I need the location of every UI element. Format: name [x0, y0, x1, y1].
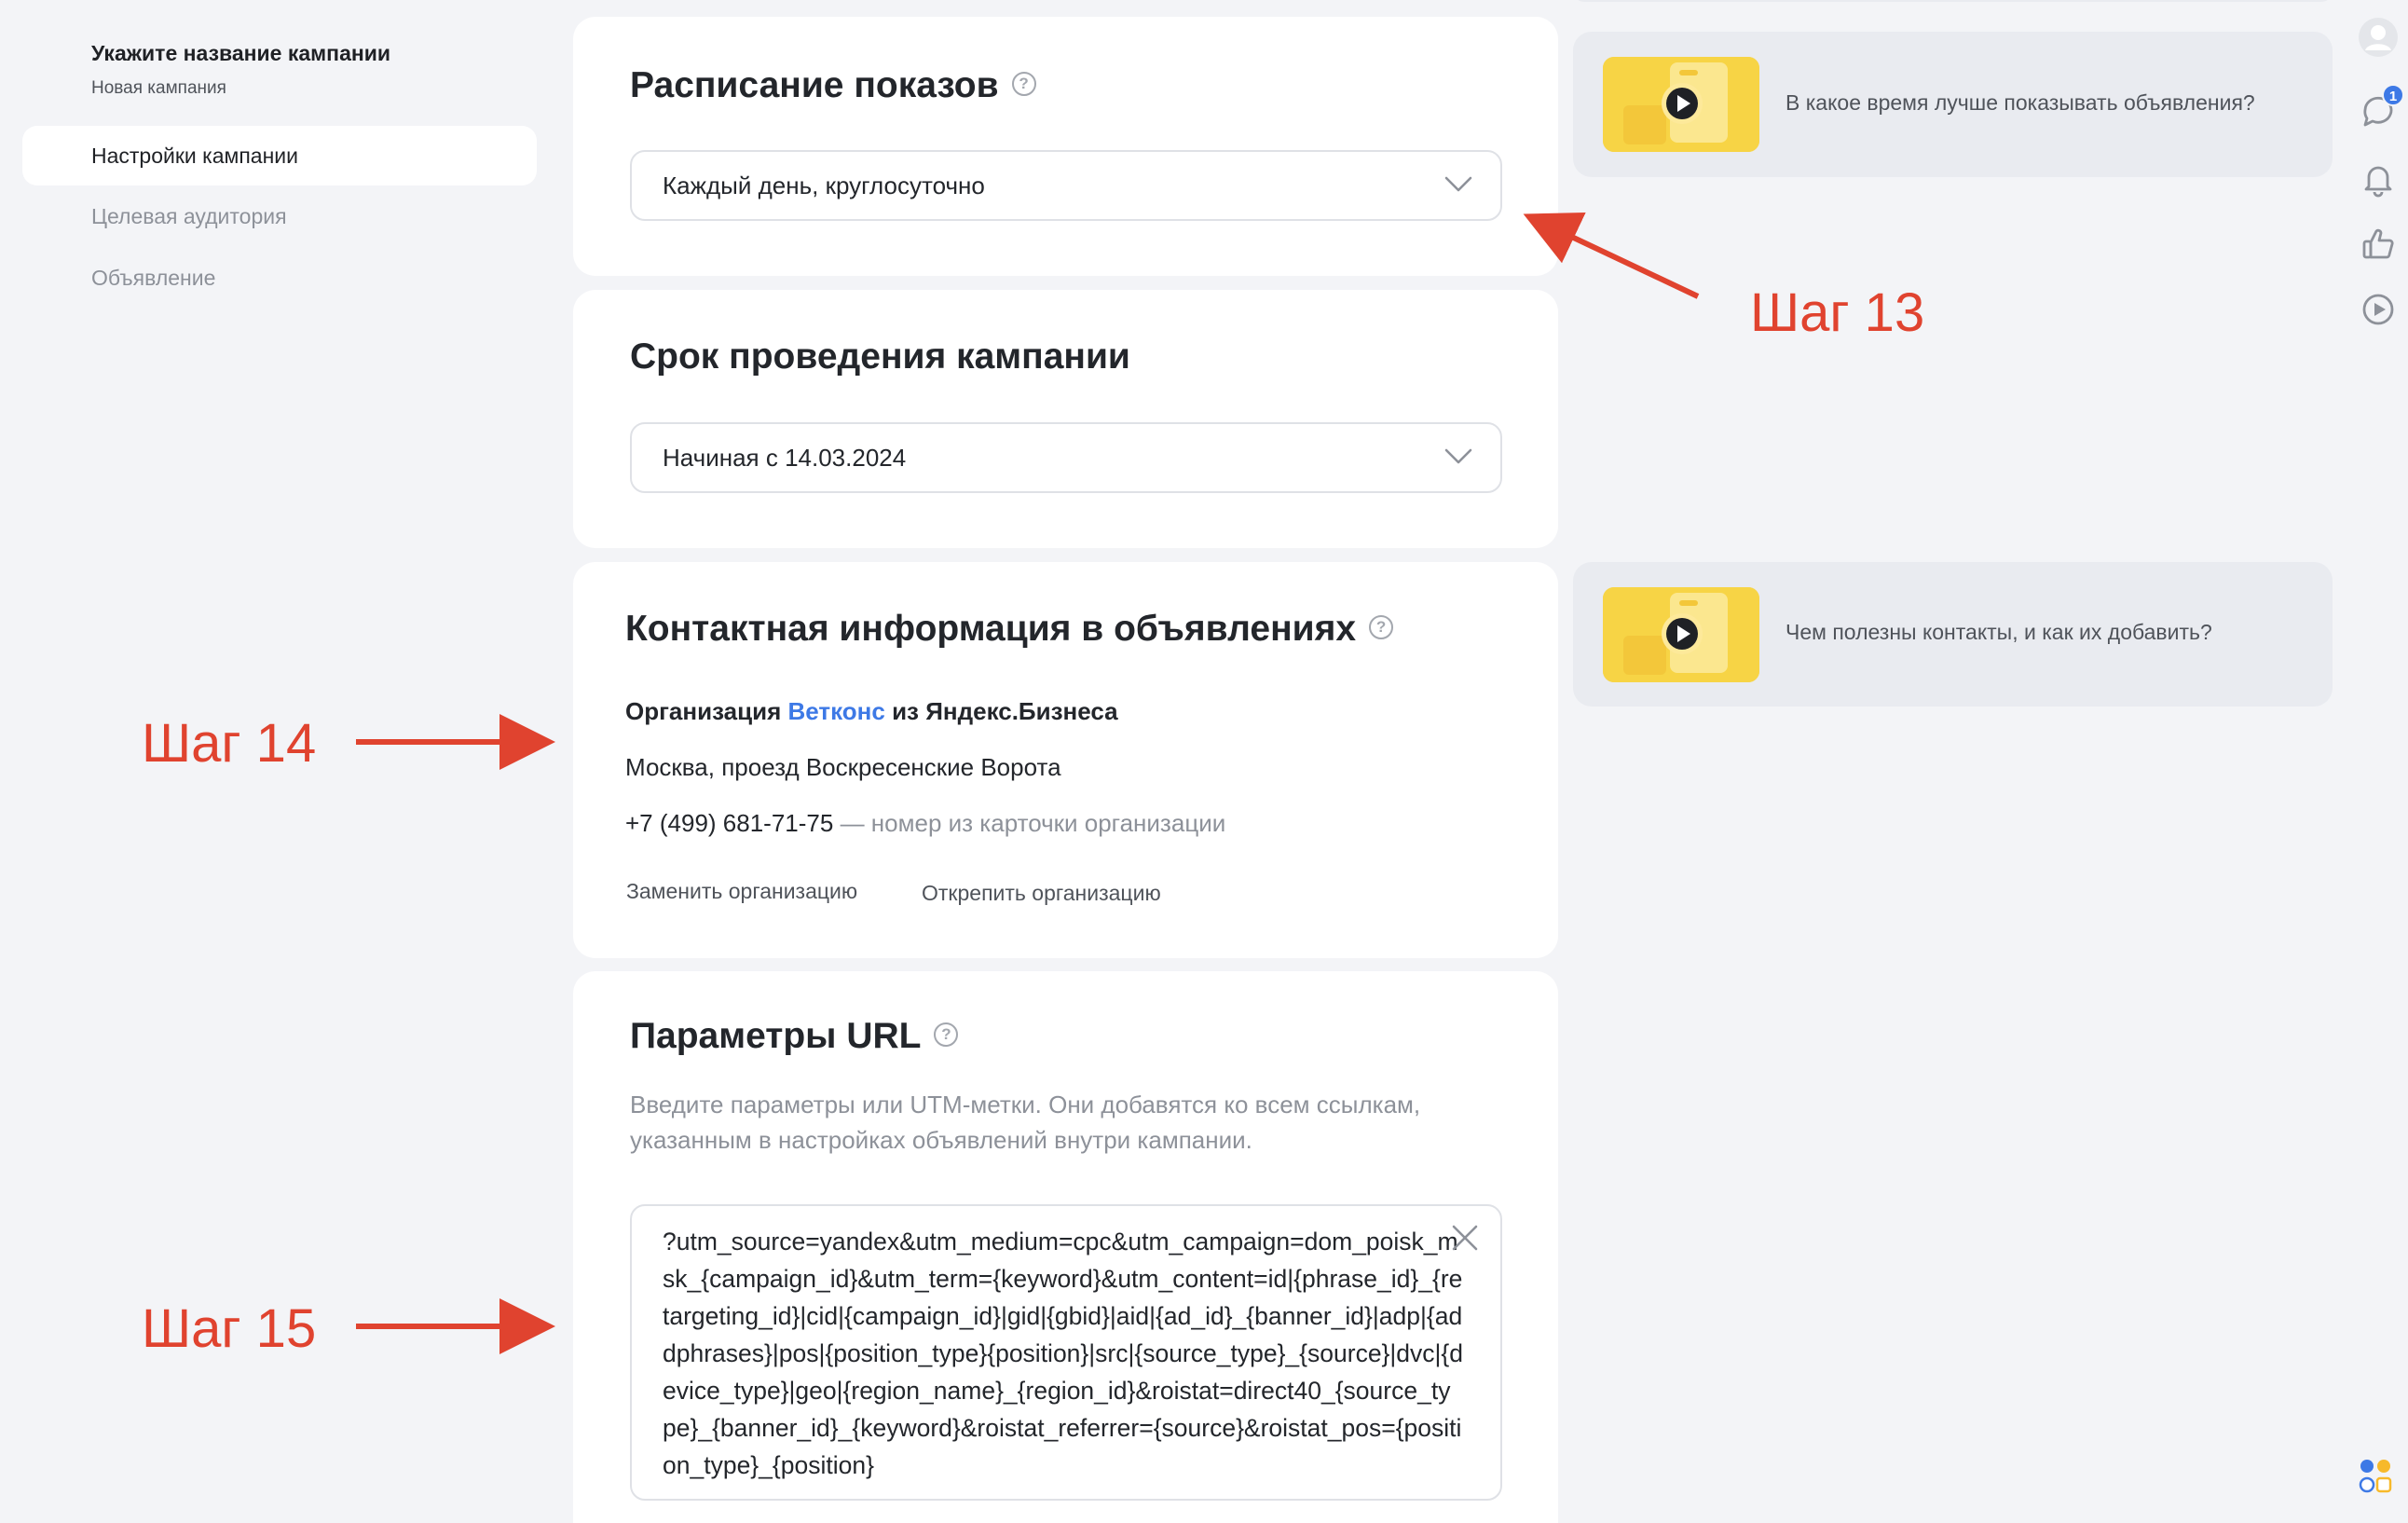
schedule-card: Расписание показов? Каждый день, круглос…: [573, 17, 1558, 276]
period-title: Срок проведения кампании: [630, 336, 1130, 377]
avatar-icon[interactable]: [2358, 17, 2399, 58]
detach-organization-link[interactable]: Открепить организацию: [922, 881, 1161, 906]
video-thumbnail-art: [1603, 587, 1759, 682]
phone-note: — номер из карточки организации: [840, 809, 1226, 837]
organization-prefix: Организация: [625, 697, 782, 725]
video-thumbnail[interactable]: [1603, 587, 1759, 682]
sidebar-item-ad[interactable]: Объявление: [22, 248, 537, 308]
url-params-description: Введите параметры или UTM-метки. Они доб…: [630, 1091, 1421, 1154]
tip-card-partial: [1573, 0, 2333, 2]
url-params-title-text: Параметры URL: [630, 1016, 922, 1056]
video-thumbnail-art: [1603, 57, 1759, 152]
organization-suffix: из Яндекс.Бизнеса: [892, 697, 1118, 725]
replace-organization-link[interactable]: Заменить организацию: [626, 879, 857, 904]
url-params-title: Параметры URL?: [630, 1016, 959, 1057]
annotation-step15: Шаг 15: [142, 1298, 317, 1359]
tip-card-contacts[interactable]: Чем полезны контакты, и как их добавить?: [1573, 562, 2333, 707]
organization-link[interactable]: Ветконс: [788, 697, 885, 725]
url-params-textarea[interactable]: ?utm_source=yandex&utm_medium=cpc&utm_ca…: [630, 1204, 1502, 1501]
schedule-title: Расписание показов?: [630, 65, 1036, 106]
thumbs-up-icon[interactable]: [2358, 224, 2399, 265]
annotation-step13: Шаг 13: [1750, 282, 1925, 343]
schedule-select[interactable]: Каждый день, круглосуточно: [630, 150, 1502, 221]
url-params-card: Параметры URL? Введите параметры или UTM…: [573, 971, 1558, 1523]
schedule-title-text: Расписание показов: [630, 65, 999, 105]
tip-text: Чем полезны контакты, и как их добавить?: [1785, 620, 2212, 644]
tip-card-schedule[interactable]: В какое время лучше показывать объявлени…: [1573, 32, 2333, 177]
period-card: Срок проведения кампании Начиная с 14.03…: [573, 290, 1558, 548]
video-thumbnail[interactable]: [1603, 57, 1759, 152]
schedule-select-value: Каждый день, круглосуточно: [663, 172, 985, 199]
url-params-value: ?utm_source=yandex&utm_medium=cpc&utm_ca…: [663, 1228, 1463, 1479]
organization-phone-line: +7 (499) 681-71-75 — номер из карточки о…: [625, 809, 1225, 838]
help-icon[interactable]: ?: [1011, 71, 1036, 96]
help-icon[interactable]: ?: [934, 1022, 959, 1047]
tip-text: В какое время лучше показывать объявлени…: [1785, 90, 2255, 115]
campaign-subtitle: Новая кампания: [91, 78, 226, 98]
sidebar-item-campaign-settings[interactable]: Настройки кампании: [22, 126, 537, 185]
close-icon[interactable]: [1450, 1223, 1480, 1253]
right-rail: 1: [2348, 0, 2408, 1523]
contacts-title: Контактная информация в объявлениях?: [625, 609, 1394, 650]
messages-badge: 1: [2382, 84, 2404, 106]
chevron-down-icon: [1444, 448, 1472, 464]
chevron-down-icon: [1444, 176, 1472, 192]
help-icon[interactable]: ?: [1369, 614, 1394, 639]
campaign-title[interactable]: Укажите название кампании: [91, 41, 390, 66]
organization-address: Москва, проезд Воскресенские Ворота: [625, 753, 1061, 781]
period-select[interactable]: Начиная с 14.03.2024: [630, 422, 1502, 493]
period-select-value: Начиная с 14.03.2024: [663, 444, 907, 472]
apps-icon[interactable]: [2358, 1456, 2395, 1497]
chat-button[interactable]: 1: [2358, 84, 2404, 130]
annotation-step14: Шаг 14: [142, 713, 317, 774]
arrow-step13: [1523, 212, 1700, 299]
sidebar-item-target-audience[interactable]: Целевая аудитория: [22, 186, 537, 246]
organization-phone: +7 (499) 681-71-75: [625, 809, 834, 837]
contacts-title-text: Контактная информация в объявлениях: [625, 609, 1357, 649]
bell-icon[interactable]: [2358, 158, 2399, 199]
organization-line: Организация Ветконс из Яндекс.Бизнеса: [625, 697, 1118, 726]
contacts-card: Контактная информация в объявлениях? Орг…: [573, 562, 1558, 958]
play-icon[interactable]: [2358, 289, 2399, 330]
